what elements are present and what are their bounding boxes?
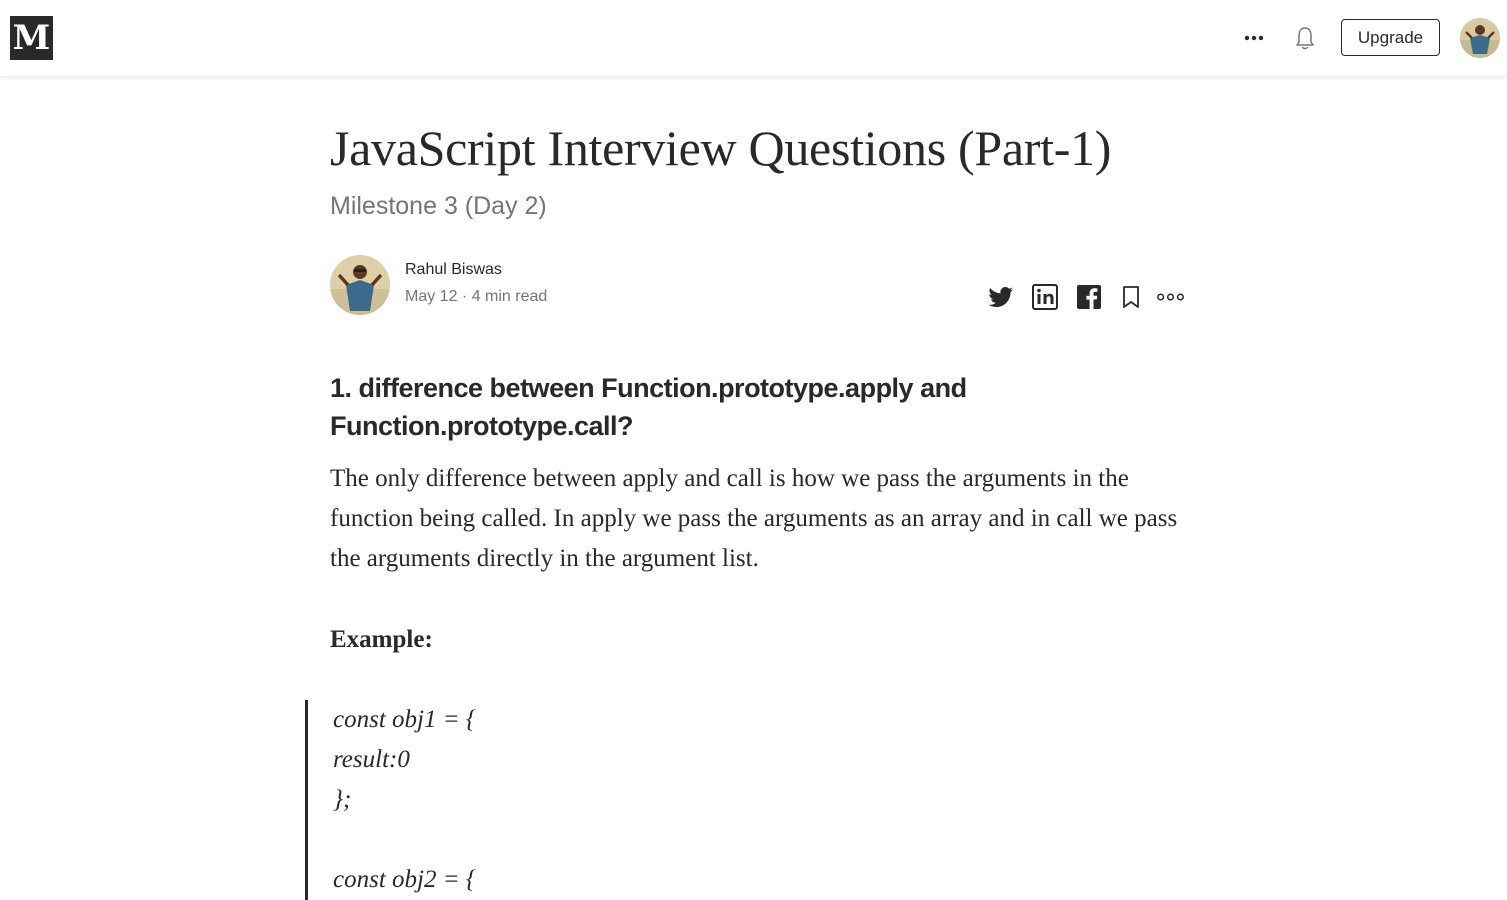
- top-navbar: M Upgrade: [0, 0, 1507, 77]
- article-subtitle: Milestone 3 (Day 2): [330, 192, 547, 220]
- medium-logo[interactable]: M: [10, 16, 53, 60]
- twitter-icon[interactable]: [986, 282, 1016, 312]
- example-label: Example:: [330, 626, 433, 653]
- read-time: 4 min read: [471, 288, 548, 305]
- article-meta: May 12 · 4 min read: [405, 288, 547, 306]
- meta-separator: ·: [461, 288, 468, 305]
- bookmark-icon[interactable]: [1116, 282, 1146, 312]
- article-title: JavaScript Interview Questions (Part-1): [330, 120, 1112, 176]
- code-blockquote: const obj1 = { result:0 }; const obj2 = …: [305, 700, 1185, 900]
- author-name[interactable]: Rahul Biswas: [405, 261, 502, 279]
- bell-icon[interactable]: [1293, 24, 1317, 52]
- more-options-icon[interactable]: [1156, 282, 1186, 312]
- section-heading: 1. difference between Function.prototype…: [330, 373, 967, 441]
- article-paragraph: The only difference between apply and ca…: [330, 465, 1178, 572]
- code-line: };: [333, 786, 352, 813]
- code-line: result:0: [333, 746, 410, 773]
- more-icon[interactable]: [1240, 28, 1270, 48]
- author-avatar[interactable]: [330, 255, 390, 315]
- code-line: const obj1 = {: [333, 706, 476, 733]
- publish-date: May 12: [405, 288, 458, 305]
- code-line: const obj2 = {: [333, 866, 476, 893]
- linkedin-icon[interactable]: [1030, 282, 1060, 312]
- facebook-icon[interactable]: [1074, 282, 1104, 312]
- user-avatar[interactable]: [1460, 18, 1500, 58]
- upgrade-button[interactable]: Upgrade: [1341, 19, 1440, 56]
